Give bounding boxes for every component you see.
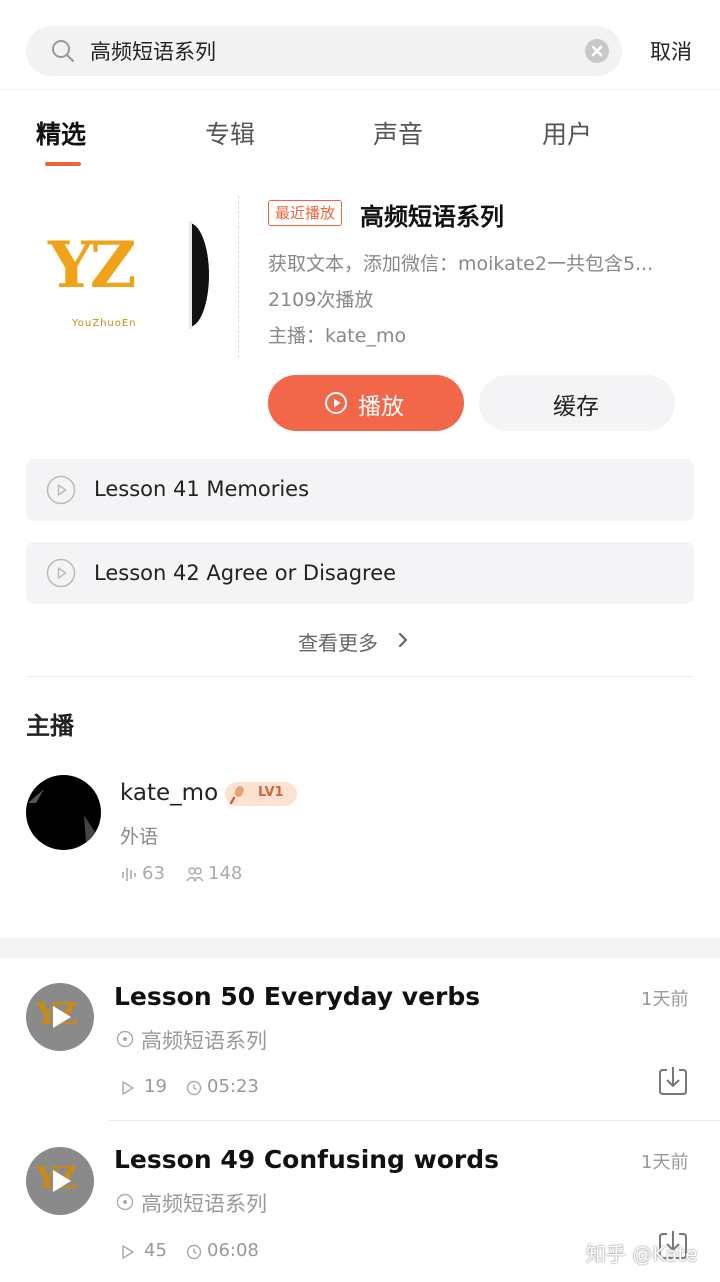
divider bbox=[0, 89, 720, 90]
track-duration: 05:23 bbox=[207, 1076, 259, 1097]
track-album-name: 高频短语系列 bbox=[141, 1192, 267, 1216]
tab-active-indicator bbox=[45, 162, 81, 166]
album-title[interactable]: 高频短语系列 bbox=[360, 197, 504, 232]
tab-albums[interactable]: 专辑 bbox=[205, 115, 255, 151]
clock-icon bbox=[186, 1244, 202, 1260]
album-host: 主播：kate_mo bbox=[268, 325, 407, 347]
download-icon[interactable] bbox=[657, 1064, 689, 1096]
play-triangle-icon bbox=[122, 1245, 134, 1259]
watermark: 知乎 @Kate bbox=[586, 1242, 698, 1266]
waveform-icon bbox=[122, 868, 136, 881]
divider bbox=[26, 676, 694, 677]
search-icon bbox=[52, 40, 74, 62]
album-description: 获取文本，添加微信：moikate2一共包含5... bbox=[268, 253, 654, 275]
track-title[interactable]: Lesson 49 Confusing words bbox=[114, 1145, 499, 1174]
track-time: 1天前 bbox=[641, 989, 689, 1010]
host-name[interactable]: kate_mo bbox=[120, 780, 218, 806]
recently-played-badge: 最近播放 bbox=[268, 200, 343, 226]
clock-icon bbox=[186, 1080, 202, 1096]
track-thumbnail[interactable]: YZ bbox=[26, 1147, 94, 1215]
album-cover-subtext: YouZhuoEn bbox=[72, 318, 137, 329]
play-circle-icon bbox=[46, 558, 76, 588]
tab-featured[interactable]: 精选 bbox=[36, 115, 86, 151]
cache-button-label: 缓存 bbox=[553, 394, 599, 420]
level-text: LV1 bbox=[258, 785, 284, 800]
track-duration: 06:08 bbox=[207, 1240, 259, 1261]
chevron-right-icon bbox=[398, 632, 408, 648]
play-triangle-icon bbox=[53, 1170, 71, 1192]
avatar-image bbox=[28, 789, 98, 843]
clear-icon bbox=[591, 45, 603, 57]
host-category: 外语 bbox=[120, 826, 159, 848]
album-icon bbox=[116, 1193, 134, 1211]
vinyl-record-icon bbox=[189, 219, 211, 331]
section-heading: 主播 bbox=[26, 712, 74, 740]
search-input[interactable]: 高频短语系列 bbox=[90, 36, 216, 66]
host-tracks-count: 63 bbox=[142, 863, 165, 884]
tab-users[interactable]: 用户 bbox=[542, 115, 592, 151]
followers-icon bbox=[186, 867, 204, 882]
play-button-label: 播放 bbox=[358, 394, 404, 420]
view-more-link[interactable]: 查看更多 bbox=[298, 627, 378, 656]
divider bbox=[238, 196, 239, 358]
tab-sounds[interactable]: 声音 bbox=[373, 115, 423, 151]
track-thumbnail[interactable]: YZ bbox=[26, 983, 94, 1051]
play-triangle-icon bbox=[53, 1006, 71, 1028]
section-separator bbox=[0, 938, 720, 958]
track-time: 1天前 bbox=[641, 1152, 689, 1173]
lesson-title: Lesson 42 Agree or Disagree bbox=[94, 561, 397, 585]
track-album-name: 高频短语系列 bbox=[141, 1029, 267, 1053]
album-cover-logo: YZ bbox=[48, 228, 136, 303]
play-circle-icon bbox=[46, 475, 76, 505]
lesson-title: Lesson 41 Memories bbox=[94, 477, 310, 501]
clear-search-button[interactable] bbox=[585, 39, 609, 63]
track-play-count: 19 bbox=[144, 1076, 167, 1097]
avatar[interactable] bbox=[26, 775, 101, 850]
divider bbox=[108, 1120, 720, 1121]
microphone-icon bbox=[229, 786, 244, 805]
track-play-count: 45 bbox=[144, 1240, 167, 1261]
album-icon bbox=[116, 1030, 134, 1048]
host-followers-count: 148 bbox=[208, 863, 243, 884]
cancel-button[interactable]: 取消 bbox=[650, 36, 692, 66]
play-circle-icon bbox=[325, 392, 347, 414]
play-triangle-icon bbox=[122, 1081, 134, 1095]
album-play-count: 2109次播放 bbox=[268, 289, 374, 311]
track-title[interactable]: Lesson 50 Everyday verbs bbox=[114, 982, 480, 1011]
